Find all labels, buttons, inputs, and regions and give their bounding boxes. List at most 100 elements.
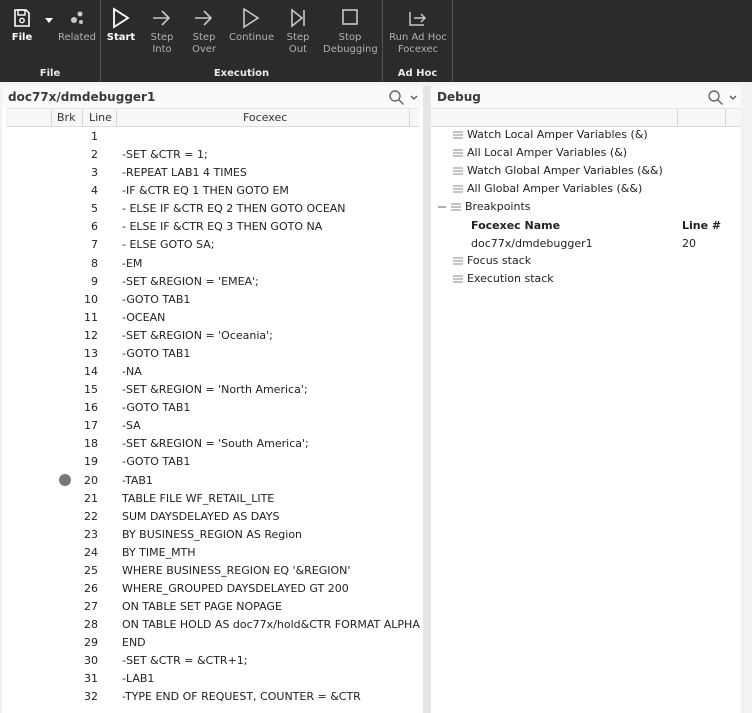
code-line[interactable]: 29 END	[2, 634, 423, 652]
bp-row-line[interactable]: 20	[682, 237, 696, 250]
code-line[interactable]: 10 -GOTO TAB1	[2, 291, 423, 309]
breakpoint-gutter[interactable]	[52, 562, 78, 580]
code-line[interactable]: 17 -SA	[2, 417, 423, 435]
file-dropdown-arrow[interactable]	[44, 14, 54, 27]
breakpoint-gutter[interactable]	[52, 526, 78, 544]
breakpoint-gutter[interactable]	[52, 670, 78, 688]
breakpoint-gutter[interactable]	[52, 472, 78, 490]
code-line[interactable]: 1	[2, 128, 423, 146]
panel-splitter[interactable]	[423, 86, 431, 713]
code-line[interactable]: 31 -LAB1	[2, 670, 423, 688]
breakpoint-gutter[interactable]	[52, 291, 78, 309]
code-line[interactable]: 6 - ELSE IF &CTR EQ 3 THEN GOTO NA	[2, 218, 423, 236]
save-icon	[14, 9, 30, 27]
breakpoint-gutter[interactable]	[52, 200, 78, 218]
code-line[interactable]: 12 -SET &REGION = 'Oceania';	[2, 327, 423, 345]
code-line[interactable]: 13 -GOTO TAB1	[2, 345, 423, 363]
breakpoint-gutter[interactable]	[52, 598, 78, 616]
ribbon-toolbar: File Related File Start Step Into Step O…	[0, 0, 752, 82]
debug-menu-button[interactable]	[729, 91, 737, 105]
continue-button[interactable]: Continue	[229, 6, 274, 44]
code-line[interactable]: 8 -EM	[2, 255, 423, 273]
related-button[interactable]: Related	[58, 6, 96, 44]
code-line[interactable]: 16 -GOTO TAB1	[2, 399, 423, 417]
execution-stack-node[interactable]: Execution stack	[453, 272, 554, 285]
code-line[interactable]: 19 -GOTO TAB1	[2, 453, 423, 471]
code-line[interactable]: 2 -SET &CTR = 1;	[2, 146, 423, 164]
breakpoint-gutter[interactable]	[52, 218, 78, 236]
breakpoint-gutter[interactable]	[52, 182, 78, 200]
code-line[interactable]: 3 -REPEAT LAB1 4 TIMES	[2, 164, 423, 182]
breakpoint-gutter[interactable]	[52, 128, 78, 146]
line-number: 24	[84, 545, 98, 559]
breakpoint-gutter[interactable]	[52, 580, 78, 598]
code-line[interactable]: 27 ON TABLE SET PAGE NOPAGE	[2, 598, 423, 616]
code-line[interactable]: 18 -SET &REGION = 'South America';	[2, 435, 423, 453]
breakpoint-gutter[interactable]	[52, 381, 78, 399]
bp-row-name[interactable]: doc77x/dmdebugger1	[471, 237, 593, 250]
code-line[interactable]: 20 -TAB1	[2, 472, 423, 490]
code-line[interactable]: 24 BY TIME_MTH	[2, 544, 423, 562]
breakpoint-gutter[interactable]	[52, 652, 78, 670]
breakpoint-gutter[interactable]	[52, 688, 78, 706]
code-line[interactable]: 23 BY BUSINESS_REGION AS Region	[2, 526, 423, 544]
breakpoint-gutter[interactable]	[52, 345, 78, 363]
breakpoint-marker[interactable]	[59, 473, 71, 486]
breakpoint-gutter[interactable]	[52, 236, 78, 254]
code-line[interactable]: 22 SUM DAYSDELAYED AS DAYS	[2, 508, 423, 526]
watch-global-node[interactable]: Watch Global Amper Variables (&&)	[453, 164, 663, 177]
line-number: 17	[84, 419, 98, 433]
line-number: 23	[84, 527, 98, 541]
editor-menu-button[interactable]	[410, 91, 418, 105]
file-button[interactable]: File	[6, 6, 38, 44]
breakpoint-gutter[interactable]	[52, 309, 78, 327]
run-adhoc-button[interactable]: Run Ad Hoc Focexec	[386, 6, 450, 56]
debug-search-button[interactable]	[707, 89, 725, 108]
code-text: -SA	[122, 419, 141, 433]
step-into-button[interactable]: Step Into	[145, 6, 179, 56]
code-line[interactable]: 9 -SET &REGION = 'EMEA';	[2, 273, 423, 291]
breakpoint-gutter[interactable]	[52, 417, 78, 435]
breakpoint-gutter[interactable]	[52, 399, 78, 417]
line-number: 12	[84, 328, 98, 342]
all-global-node[interactable]: All Global Amper Variables (&&)	[453, 182, 642, 195]
breakpoint-gutter[interactable]	[52, 508, 78, 526]
code-line[interactable]: 11 -OCEAN	[2, 309, 423, 327]
code-line[interactable]: 32 -TYPE END OF REQUEST, COUNTER = &CTR	[2, 688, 423, 706]
code-text: -OCEAN	[122, 310, 166, 324]
code-line[interactable]: 7 - ELSE GOTO SA;	[2, 236, 423, 254]
breakpoint-gutter[interactable]	[52, 255, 78, 273]
code-line[interactable]: 25 WHERE BUSINESS_REGION EQ '&REGION'	[2, 562, 423, 580]
code-line[interactable]: 28 ON TABLE HOLD AS doc77x/hold&CTR FORMA…	[2, 616, 423, 634]
focus-stack-node[interactable]: Focus stack	[453, 254, 531, 267]
breakpoint-gutter[interactable]	[52, 273, 78, 291]
code-line[interactable]: 4 -IF &CTR EQ 1 THEN GOTO EM	[2, 182, 423, 200]
breakpoint-gutter[interactable]	[52, 453, 78, 471]
breakpoint-gutter[interactable]	[52, 435, 78, 453]
watch-local-node[interactable]: Watch Local Amper Variables (&)	[453, 128, 648, 141]
all-local-node[interactable]: All Local Amper Variables (&)	[453, 146, 627, 159]
breakpoint-gutter[interactable]	[52, 327, 78, 345]
breakpoint-gutter[interactable]	[52, 490, 78, 508]
breakpoint-gutter[interactable]	[52, 634, 78, 652]
code-line[interactable]: 21 TABLE FILE WF_RETAIL_LITE	[2, 490, 423, 508]
play-icon	[113, 7, 130, 29]
stop-debugging-button[interactable]: Stop Debugging	[323, 6, 378, 56]
code-line[interactable]: 30 -SET &CTR = &CTR+1;	[2, 652, 423, 670]
breakpoint-gutter[interactable]	[52, 616, 78, 634]
code-line[interactable]: 26 WHERE_GROUPED DAYSDELAYED GT 200	[2, 580, 423, 598]
step-over-button[interactable]: Step Over	[187, 6, 221, 56]
breakpoint-gutter[interactable]	[52, 164, 78, 182]
code-line[interactable]: 5 - ELSE IF &CTR EQ 2 THEN GOTO OCEAN	[2, 200, 423, 218]
breakpoint-gutter[interactable]	[52, 544, 78, 562]
code-line[interactable]: 15 -SET &REGION = 'North America';	[2, 381, 423, 399]
start-button[interactable]: Start	[105, 6, 137, 44]
collapse-icon[interactable]	[438, 203, 447, 211]
chevron-down-icon	[410, 95, 418, 100]
code-line[interactable]: 14 -NA	[2, 363, 423, 381]
breakpoint-gutter[interactable]	[52, 146, 78, 164]
editor-search-button[interactable]	[388, 89, 406, 108]
breakpoint-gutter[interactable]	[52, 363, 78, 381]
breakpoints-node[interactable]: Breakpoints	[438, 200, 531, 213]
step-out-button[interactable]: Step Out	[283, 6, 313, 56]
